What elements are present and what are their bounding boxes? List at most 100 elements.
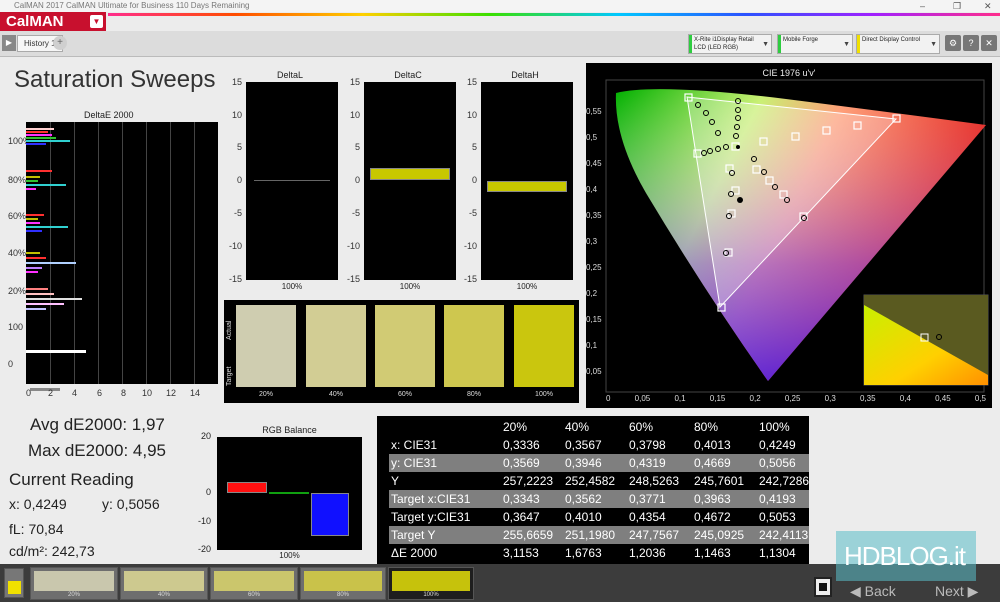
y-tick-label: 0,55 [586, 107, 602, 116]
current-color-indicator[interactable] [4, 568, 24, 598]
table-cell: 0,4319 [629, 456, 666, 470]
step-tile-20[interactable]: 20% [30, 567, 118, 600]
toolbar: ▶ History 1 + X-Rite i1Display Retail LC… [0, 31, 1000, 57]
x-tick-label: 0,35 [859, 394, 876, 403]
table-cell: 245,7601 [694, 474, 745, 488]
table-cell: 257,2223 [503, 474, 554, 488]
meter-selector[interactable]: X-Rite i1Display Retail LCD (LED RGB) ▼ [688, 34, 772, 54]
table-cell: 0,4013 [694, 438, 731, 452]
minimize-button[interactable]: – [920, 0, 925, 12]
step-tile-label: 80% [336, 592, 349, 598]
y-tick-label: 0,35 [586, 211, 602, 220]
delta-h-chart: DeltaH 15 10 5 0 -5 -10 -15 100% [461, 68, 581, 296]
y-tick-label: -15 [228, 274, 242, 284]
delta-l-bar [254, 180, 330, 181]
table-cell: 0,4249 [759, 438, 796, 452]
table-cell: 1,1304 [759, 546, 796, 560]
source-selector[interactable]: Mobile Forge ▼ [777, 34, 853, 54]
table-cell: 0,3567 [565, 438, 602, 452]
swatch-60 [375, 305, 435, 387]
fl-readout: fL: 70,84 [9, 521, 64, 537]
chart-footer: 100% [516, 282, 538, 291]
step-tile-100[interactable]: 100% [388, 567, 474, 600]
y-tick-label: 0,05 [586, 367, 602, 376]
table-cell: 0,3343 [503, 492, 540, 506]
chart-title: DeltaC [394, 70, 422, 80]
delta-l-chart: DeltaL 15 10 5 0 -5 -10 -15 100% [226, 68, 346, 296]
swatch-80 [444, 305, 504, 387]
y-tick-label: 20 [200, 431, 211, 441]
swatch-label: 80% [466, 391, 481, 398]
cie-x-axis: 0 0,05 0,1 0,15 0,2 0,25 0,3 0,35 0,4 0,… [606, 394, 986, 403]
delta-l-plot [246, 82, 338, 280]
y-tick-label: 0 [205, 487, 211, 497]
back-button[interactable]: ◀ Back [850, 583, 896, 600]
luminance-label: cd/m²: [9, 543, 48, 559]
app-logo-text: CalMAN [6, 13, 64, 30]
add-tab-button[interactable]: + [53, 36, 67, 50]
y-value: 0,5056 [116, 496, 160, 512]
y-tick-label: 0,15 [586, 315, 602, 324]
y-tick-label: -5 [468, 208, 477, 218]
readings-table: 20% 40% 60% 80% 100% x: CIE31 0,3336 0,3… [377, 416, 809, 564]
y-tick-label: -5 [233, 208, 242, 218]
y-tick-label: 0 [471, 175, 477, 185]
app-logo[interactable]: CalMAN ▼ [0, 12, 106, 31]
step-tile-80[interactable]: 80% [300, 567, 386, 600]
current-reading-heading: Current Reading [9, 470, 134, 489]
swatch-label: 60% [397, 391, 412, 398]
swatch-label: 40% [328, 391, 343, 398]
x-tick-label: 14 [190, 388, 201, 398]
table-cell: 0,4010 [565, 510, 602, 524]
meter-mode: LCD (LED RGB) [694, 45, 739, 51]
y-readout: y: 0,5056 [102, 496, 160, 512]
red-bar [227, 482, 267, 493]
step-tile-40[interactable]: 40% [120, 567, 208, 600]
gear-icon[interactable]: ⚙ [945, 35, 961, 51]
column-header: 80% [694, 420, 719, 434]
play-icon[interactable]: ▶ [2, 35, 16, 51]
x-tick-label: 8 [121, 388, 127, 398]
stop-button[interactable] [814, 577, 832, 597]
help-icon[interactable]: ? [963, 35, 979, 51]
swatch-20 [236, 305, 296, 387]
table-cell: 0,3946 [565, 456, 602, 470]
display-selector[interactable]: Direct Display Control ▼ [856, 34, 940, 54]
chart-footer: 100% [281, 282, 303, 291]
close-button[interactable]: ✕ [984, 0, 992, 12]
x-tick-label: 0,2 [749, 394, 761, 403]
delta-c-chart: DeltaC 15 10 5 0 -5 -10 -15 100% [344, 68, 464, 296]
y-tick-label: 10 [349, 110, 360, 120]
meter-status-bar [689, 35, 692, 53]
chart-footer: 100% [399, 282, 421, 291]
rgb-balance-chart: RGB Balance 20 0 -10 -20 100% [195, 422, 370, 562]
y-tick-label: 0,1 [586, 341, 598, 350]
y-tick-label: -10 [197, 516, 211, 526]
tab-history-1-label: History 1 [24, 39, 56, 48]
cie-y-axis: 0,55 0,5 0,45 0,4 0,35 0,3 0,25 0,2 0,15… [586, 99, 606, 385]
table-cell: 1,2036 [629, 546, 666, 560]
y-tick-label: 60% [8, 211, 27, 221]
y-tick-label: 15 [349, 77, 360, 87]
color-swatches-panel: Actual Target 20% 40% 60% 80% 100% [224, 300, 579, 403]
tools-icon[interactable]: ✕ [981, 35, 997, 51]
max-de-value: 4,95 [132, 441, 167, 460]
table-cell: 248,5263 [629, 474, 680, 488]
avg-de-label: Avg dE2000: [30, 415, 128, 434]
row-label: Target x:CIE31 [391, 492, 471, 506]
next-button[interactable]: Next ▶ [935, 583, 978, 600]
swatch-label: 100% [535, 391, 553, 398]
chevron-down-icon: ▼ [930, 41, 937, 48]
column-header: 100% [759, 420, 790, 434]
chart-title: DeltaL [276, 70, 303, 80]
y-tick-label: 10 [231, 110, 242, 120]
table-cell: 0,4669 [694, 456, 731, 470]
y-tick-label: -15 [346, 274, 360, 284]
table-cell: 0,4672 [694, 510, 731, 524]
step-tile-60[interactable]: 60% [210, 567, 298, 600]
chart-title: RGB Balance [262, 425, 317, 435]
column-header: 20% [503, 420, 528, 434]
maximize-button[interactable]: ❐ [953, 0, 961, 12]
table-row: Target x:CIE31 0,3343 0,3562 0,3771 0,39… [389, 490, 809, 508]
x-tick-label: 4 [72, 388, 78, 398]
